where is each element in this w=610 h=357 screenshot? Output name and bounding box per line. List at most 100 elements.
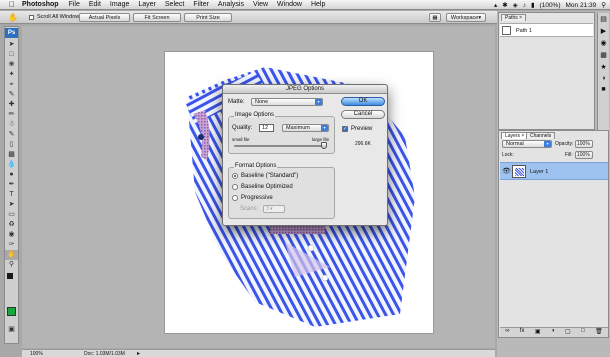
delete-layer-icon[interactable]: 🗑 — [595, 328, 603, 337]
volume-icon[interactable]: ♪ — [523, 2, 526, 9]
adjustment-layer-icon[interactable]: ◑ — [551, 328, 555, 337]
menu-window[interactable]: Window — [277, 1, 302, 8]
marquee-tool-icon[interactable]: □ — [5, 50, 18, 60]
spotlight-icon[interactable]: ⚲ — [601, 1, 606, 9]
menu-image[interactable]: Image — [110, 1, 129, 8]
scroll-all-windows-checkbox[interactable] — [29, 15, 34, 20]
path-selection-icon[interactable]: ➤ — [5, 200, 18, 210]
layer-mask-icon[interactable]: ▣ — [535, 328, 541, 337]
healing-brush-icon[interactable]: ✚ — [5, 100, 18, 110]
scans-select[interactable]: 3 ▾ — [263, 205, 285, 213]
brush-tool-icon[interactable]: ✏ — [5, 110, 18, 120]
tab-layers[interactable]: Layers × — [501, 132, 529, 139]
move-tool-icon[interactable]: ➤ — [5, 40, 18, 50]
eraser-tool-icon[interactable]: ▯ — [5, 140, 18, 150]
tab-channels[interactable]: Channels — [526, 132, 556, 139]
lasso-tool-icon[interactable]: ❀ — [5, 60, 18, 70]
pen-tool-icon[interactable]: ✒ — [5, 180, 18, 190]
new-group-icon[interactable]: ▢ — [565, 328, 571, 337]
screen-mode-icon[interactable]: ▣ — [5, 325, 18, 335]
menu-help[interactable]: Help — [311, 1, 325, 8]
apple-menu-icon[interactable]:  — [8, 0, 16, 9]
path-thumbnail — [502, 26, 511, 35]
print-size-button[interactable]: Print Size — [184, 13, 232, 22]
zoom-level[interactable]: 100% — [30, 351, 43, 357]
mac-menubar:  Photoshop File Edit Image Layer Select… — [0, 0, 610, 10]
layer-row[interactable]: 👁 Layer 1 — [500, 162, 608, 180]
menu-layer[interactable]: Layer — [138, 1, 156, 8]
dodge-tool-icon[interactable]: ● — [5, 170, 18, 180]
ok-button[interactable]: OK — [341, 97, 385, 106]
wifi-icon[interactable]: ◈ — [513, 1, 518, 9]
matte-select[interactable]: None ▾ — [251, 98, 323, 106]
workspace-icon[interactable]: ▦ — [429, 13, 441, 22]
preview-checkbox[interactable]: ✓ — [342, 126, 348, 132]
history-brush-icon[interactable]: ✎ — [5, 130, 18, 140]
menu-file[interactable]: File — [69, 1, 80, 8]
hand-tool-icon[interactable]: ✋ — [5, 250, 18, 260]
menu-select[interactable]: Select — [165, 1, 184, 8]
blur-tool-icon[interactable]: 💧 — [5, 160, 18, 170]
quality-field[interactable]: 12 — [259, 124, 274, 132]
quality-label: Quality: — [232, 125, 253, 131]
hand-tool-icon[interactable]: ✋ — [8, 13, 18, 22]
radio-baseline-optimized[interactable] — [232, 184, 238, 190]
new-layer-icon[interactable]: □ — [581, 328, 585, 337]
eyedropper-icon[interactable]: ✑ — [5, 240, 18, 250]
fill-field[interactable]: 100% — [575, 151, 593, 159]
image-options-title: Image Options — [234, 112, 276, 118]
workspace-menu[interactable]: Workspace ▾ — [446, 13, 486, 22]
history-panel-icon[interactable]: ▤ — [598, 15, 609, 23]
bluetooth-icon[interactable]: ✱ — [502, 1, 507, 9]
menu-view[interactable]: View — [253, 1, 268, 8]
baseline-standard-label: Baseline ("Standard") — [241, 173, 299, 179]
tab-paths[interactable]: Paths × — [501, 14, 527, 21]
battery-status: (100%) — [539, 1, 561, 9]
zoom-tool-icon[interactable]: ⚲ — [5, 260, 18, 270]
crop-tool-icon[interactable]: ⌖ — [5, 80, 18, 90]
quality-slider-thumb[interactable] — [321, 142, 327, 149]
fit-screen-button[interactable]: Fit Screen — [133, 13, 181, 22]
opacity-field[interactable]: 100% — [575, 140, 593, 148]
layer-style-icon[interactable]: fx — [520, 328, 525, 337]
clone-stamp-icon[interactable]: ☃ — [5, 120, 18, 130]
foreground-color-swatch[interactable] — [6, 272, 14, 280]
adobe-icon[interactable]: ▴ — [494, 1, 497, 9]
path-row[interactable]: Path 1 — [500, 23, 593, 37]
scroll-all-windows-label: Scroll All Windows — [37, 14, 82, 20]
app-menu[interactable]: Photoshop — [22, 1, 59, 8]
path-name[interactable]: Path 1 — [516, 28, 532, 34]
3d-camera-icon[interactable]: ◉ — [5, 230, 18, 240]
masks-panel-icon[interactable]: ■ — [598, 86, 609, 93]
menu-analysis[interactable]: Analysis — [218, 1, 244, 8]
quick-mask-button[interactable] — [7, 307, 16, 316]
slice-tool-icon[interactable]: ✎ — [5, 90, 18, 100]
menu-filter[interactable]: Filter — [193, 1, 209, 8]
radio-progressive[interactable] — [232, 195, 238, 201]
battery-icon[interactable]: ▮ — [531, 1, 535, 9]
file-size-readout: 296.6K — [355, 141, 371, 147]
quality-slider-track[interactable] — [234, 142, 327, 149]
styles-panel-icon[interactable]: ★ — [598, 63, 609, 71]
shape-tool-icon[interactable]: ▭ — [5, 210, 18, 220]
actions-panel-icon[interactable]: ▶ — [598, 27, 609, 35]
cancel-button[interactable]: Cancel — [341, 110, 385, 119]
status-menu-arrow-icon[interactable]: ▸ — [137, 350, 140, 357]
blend-mode-select[interactable]: Normal ▾ — [502, 140, 552, 148]
clock[interactable]: Mon 21:39 — [566, 2, 597, 9]
actual-pixels-button[interactable]: Actual Pixels — [79, 13, 130, 22]
color-panel-icon[interactable]: ◉ — [598, 39, 609, 47]
visibility-eye-icon[interactable]: 👁 — [502, 167, 511, 175]
radio-baseline-standard[interactable] — [232, 173, 238, 179]
adjustments-panel-icon[interactable]: ◑ — [598, 75, 609, 82]
layer-name[interactable]: Layer 1 — [530, 169, 548, 175]
quality-preset-select[interactable]: Maximum ▾ — [282, 124, 329, 132]
menu-edit[interactable]: Edit — [89, 1, 101, 8]
document-info[interactable]: Doc: 1.03M/1.03M — [84, 351, 125, 357]
gradient-tool-icon[interactable]: ▩ — [5, 150, 18, 160]
magic-wand-icon[interactable]: ✦ — [5, 70, 18, 80]
link-layers-icon[interactable]: ∞ — [505, 328, 509, 337]
type-tool-icon[interactable]: T — [5, 190, 18, 200]
3d-tool-icon[interactable]: ♻ — [5, 220, 18, 230]
swatches-panel-icon[interactable]: ▦ — [598, 51, 609, 59]
